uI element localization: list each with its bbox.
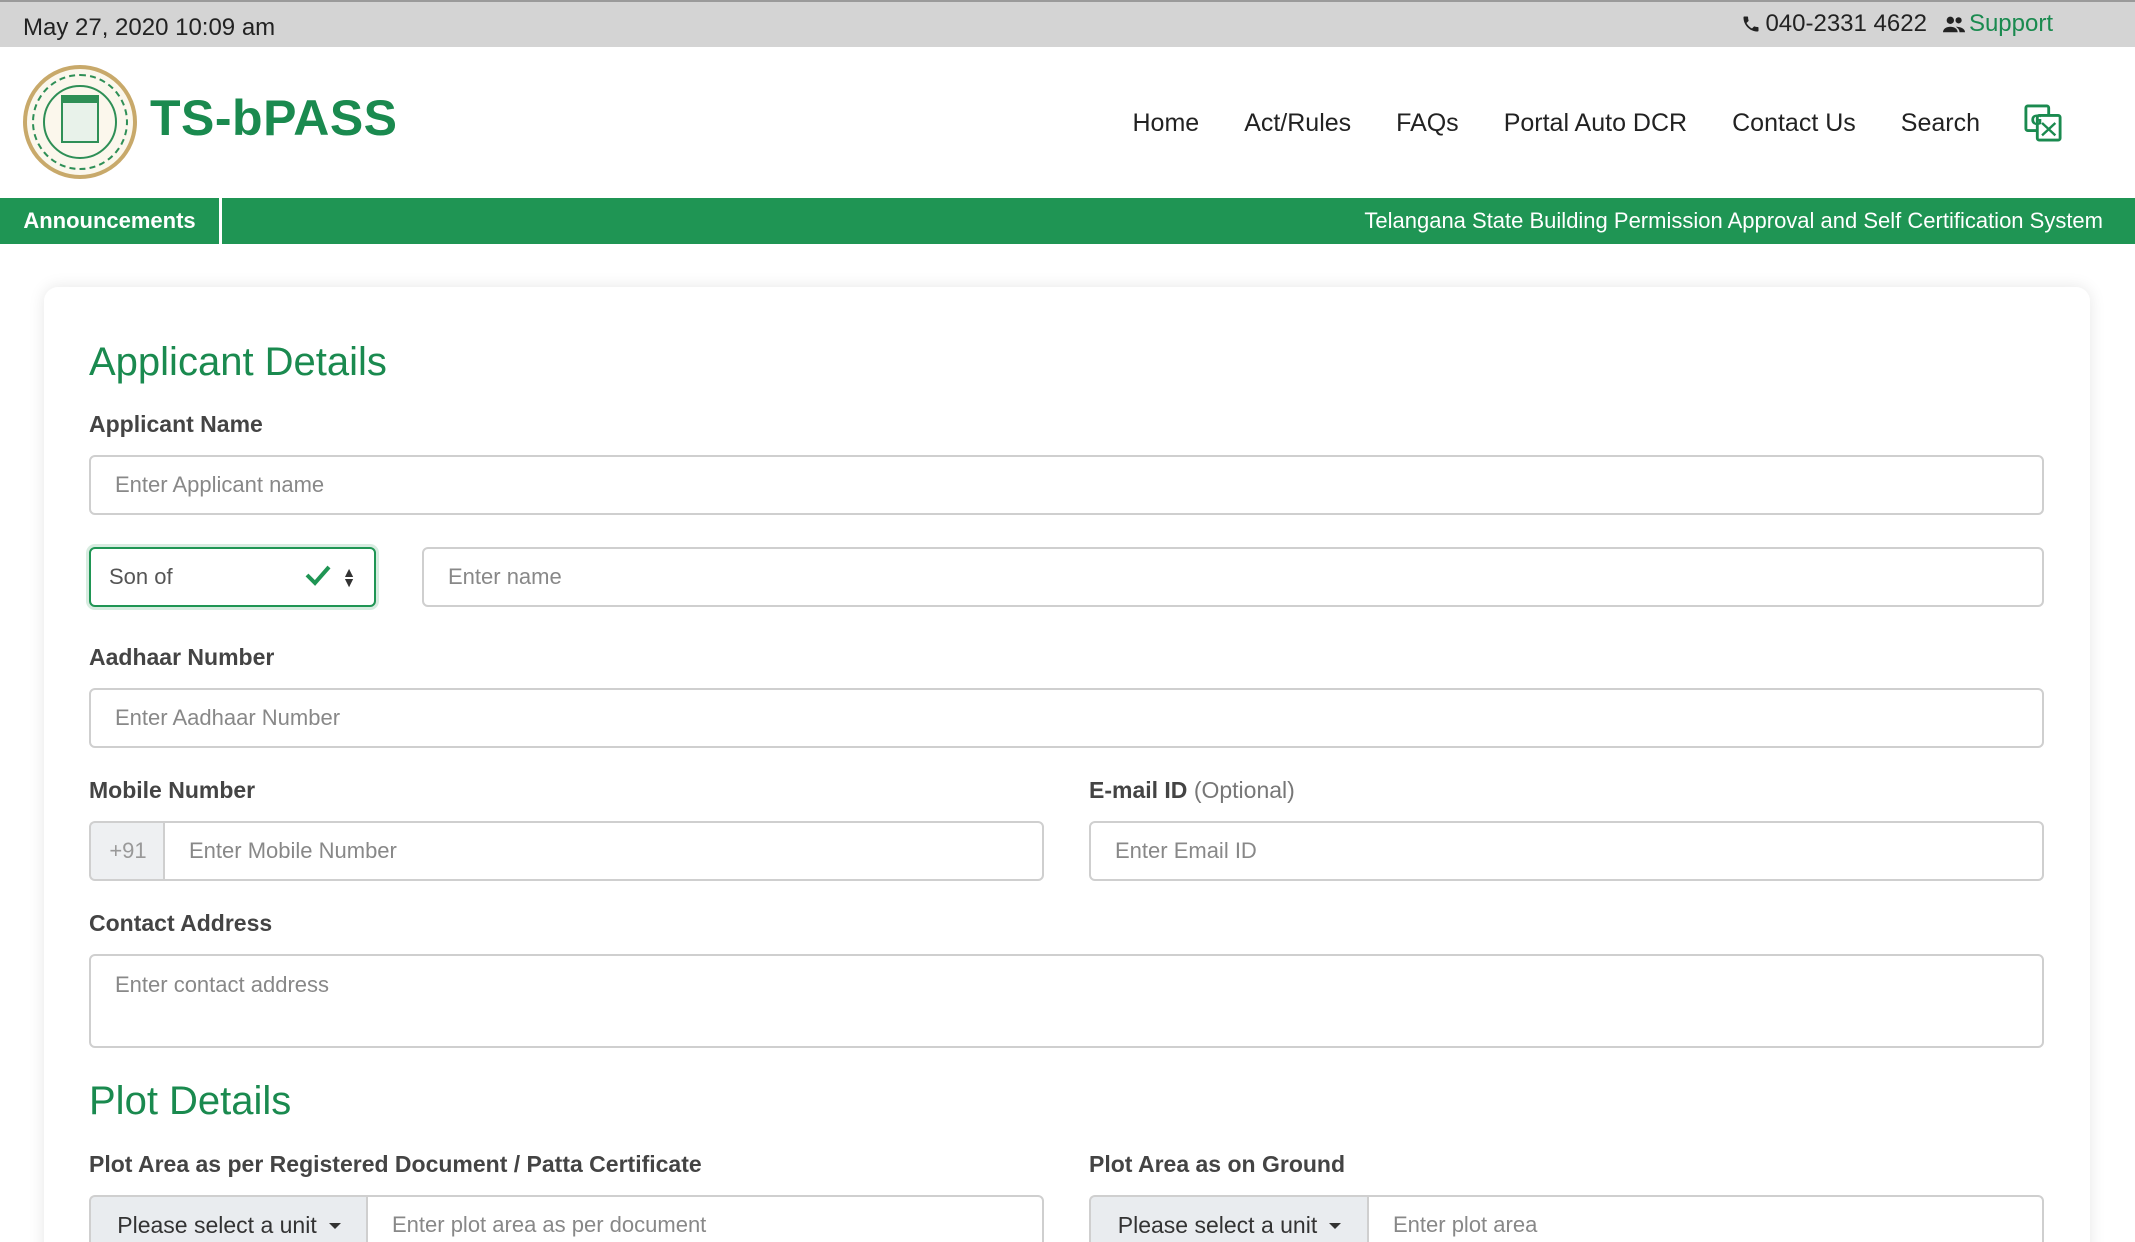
- ground-unit-label: Please select a unit: [1117, 1211, 1318, 1238]
- mobile-country-code: +91: [89, 821, 165, 881]
- mobile-input[interactable]: Enter Mobile Number: [163, 821, 1044, 881]
- site-header: TS-bPASS Home Act/Rules FAQs Portal Auto…: [0, 47, 2135, 198]
- announcement-ticker: Telangana State Building Permission Appr…: [1364, 208, 2103, 233]
- applicant-details-title: Applicant Details: [89, 340, 387, 384]
- doc-unit-label: Please select a unit: [117, 1211, 317, 1238]
- announcement-bar: Announcements Telangana State Building P…: [0, 198, 2135, 244]
- nav-portal-auto-dcr[interactable]: Portal Auto DCR: [1504, 109, 1687, 138]
- plot-details-title: Plot Details: [89, 1079, 292, 1123]
- people-icon: [1942, 16, 1965, 33]
- mobile-label: Mobile Number: [89, 777, 256, 803]
- nav-act-rules[interactable]: Act/Rules: [1244, 109, 1351, 138]
- ground-area-input[interactable]: Enter plot area: [1367, 1195, 2044, 1242]
- brand-title[interactable]: TS-bPASS: [150, 89, 398, 147]
- top-bar-contacts: 040-2331 4622 Support: [1741, 10, 2053, 38]
- ground-unit-dropdown[interactable]: Please select a unit: [1089, 1195, 1368, 1242]
- emblem-tower: [61, 95, 99, 143]
- check-icon: [305, 565, 331, 586]
- phone-number: 040-2331 4622: [1765, 10, 1927, 37]
- contact-address-label: Contact Address: [89, 910, 273, 936]
- nav-faqs[interactable]: FAQs: [1396, 109, 1459, 138]
- contact-address-textarea[interactable]: Enter contact address: [89, 954, 2044, 1048]
- nav-home[interactable]: Home: [1133, 109, 1200, 138]
- aadhaar-label: Aadhaar Number: [89, 644, 275, 670]
- telangana-emblem-logo[interactable]: [23, 65, 137, 179]
- form-card: Applicant Details Applicant Name Enter A…: [44, 287, 2090, 1242]
- ground-area-label: Plot Area as on Ground: [1089, 1151, 1346, 1177]
- email-input[interactable]: Enter Email ID: [1089, 821, 2044, 881]
- doc-area-input[interactable]: Enter plot area as per document: [366, 1195, 1044, 1242]
- email-optional-tag: (Optional): [1193, 777, 1295, 803]
- doc-unit-dropdown[interactable]: Please select a unit: [89, 1195, 367, 1242]
- caret-down-icon: [328, 1223, 341, 1229]
- support-label: Support: [1968, 10, 2053, 37]
- relation-select[interactable]: Son of ▲ ▼: [89, 547, 376, 607]
- nav-search[interactable]: Search: [1901, 109, 1980, 138]
- relation-name-input[interactable]: Enter name: [422, 547, 2044, 607]
- email-label-text: E-mail ID: [1089, 777, 1188, 803]
- doc-area-label: Plot Area as per Registered Document / P…: [89, 1151, 702, 1177]
- top-bar: May 27, 2020 10:09 am 040-2331 4622 Supp…: [0, 0, 2135, 47]
- nav-contact-us[interactable]: Contact Us: [1732, 109, 1856, 138]
- translate-icon[interactable]: G: [2024, 104, 2062, 142]
- current-datetime: May 27, 2020 10:09 am: [23, 14, 276, 41]
- email-label: E-mail ID (Optional): [1089, 777, 1295, 804]
- phone-contact[interactable]: 040-2331 4622: [1741, 10, 1927, 38]
- main-nav: Home Act/Rules FAQs Portal Auto DCR Cont…: [1133, 109, 1981, 138]
- applicant-name-input[interactable]: Enter Applicant name: [89, 455, 2044, 515]
- phone-icon: [1743, 16, 1759, 32]
- svg-text:G: G: [2031, 113, 2043, 129]
- select-arrows-icon: ▲ ▼: [342, 564, 356, 590]
- aadhaar-input[interactable]: Enter Aadhaar Number: [89, 688, 2044, 748]
- announcements-label[interactable]: Announcements: [0, 198, 222, 244]
- support-link[interactable]: Support: [1942, 10, 2053, 38]
- applicant-name-label: Applicant Name: [89, 411, 263, 437]
- relation-selected-value: Son of: [109, 564, 173, 589]
- caret-down-icon: [1329, 1223, 1342, 1229]
